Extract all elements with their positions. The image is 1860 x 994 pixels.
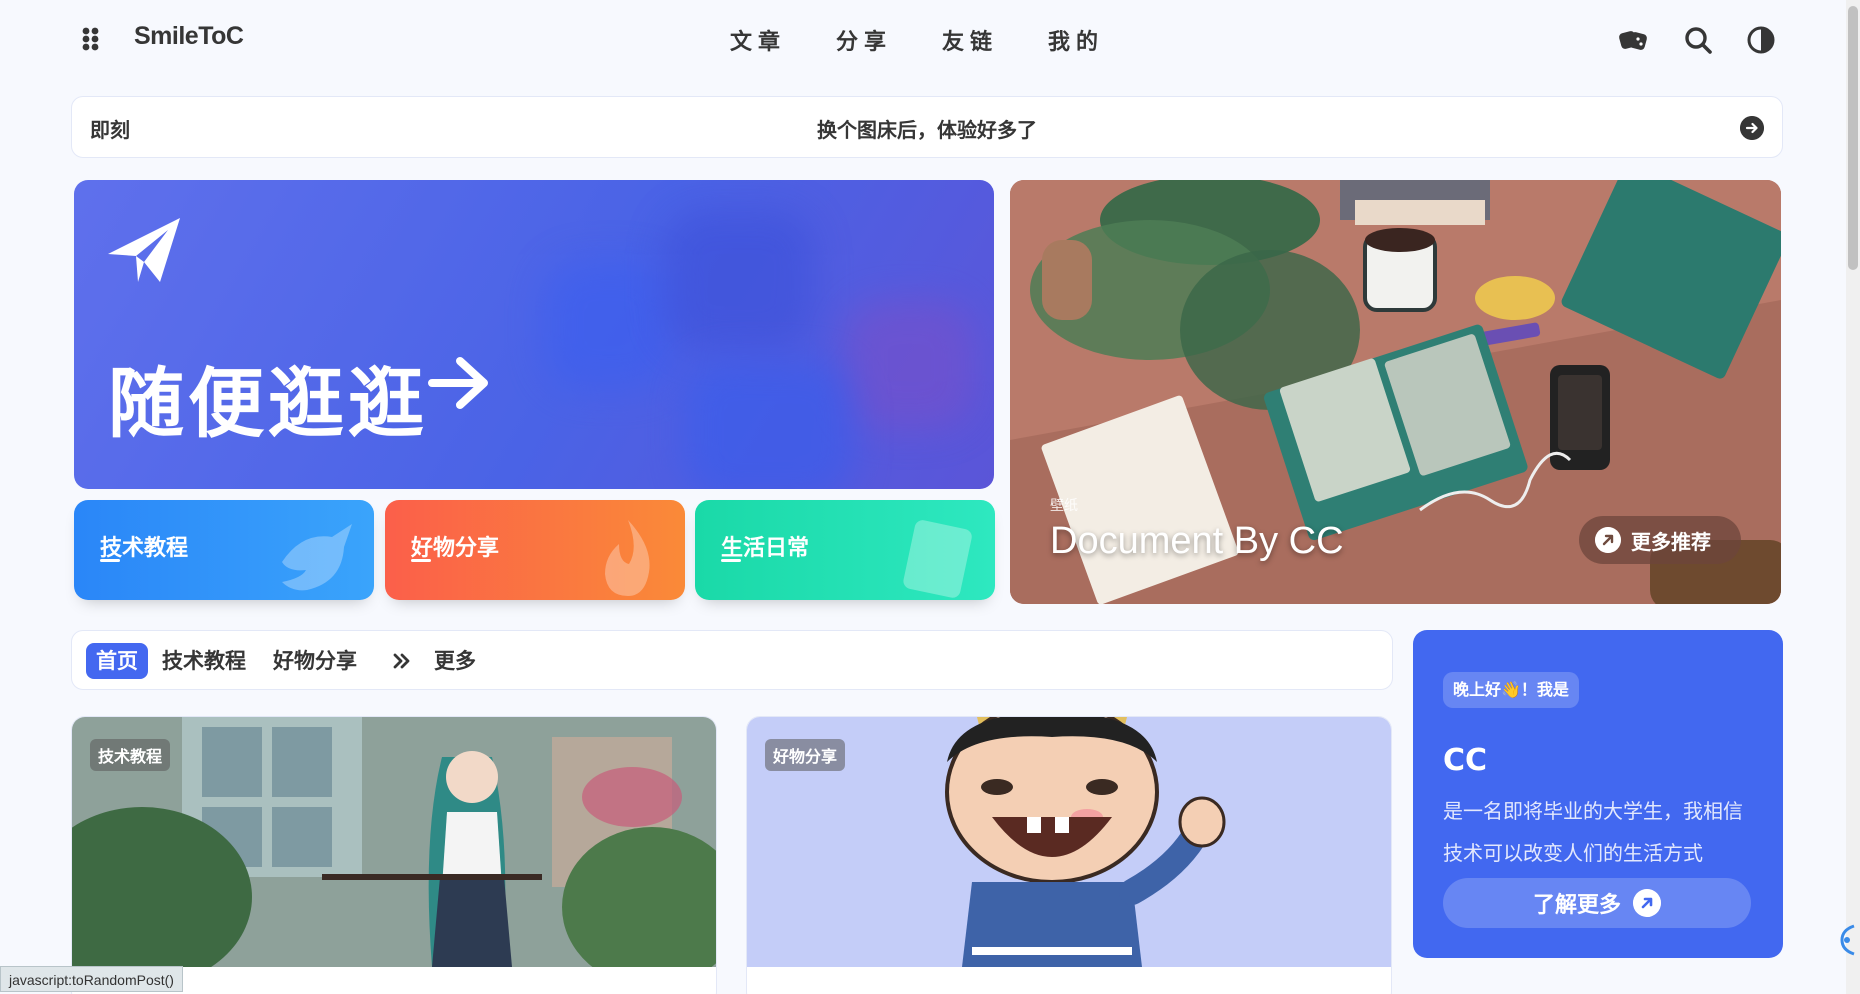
author-greeting: 晚上好👋！我是 (1443, 672, 1579, 708)
tab-goods[interactable]: 好物分享 (273, 643, 357, 679)
learn-more-button[interactable]: 了解更多 (1443, 878, 1751, 928)
category-goods-label: 好物分享 (411, 536, 500, 561)
post-card[interactable]: 技术教程 (71, 716, 717, 994)
fire-icon (605, 520, 650, 596)
browser-status-bar: javascript:toRandomPost() (0, 966, 183, 992)
paper-plane-icon (108, 218, 180, 282)
notebook-icon (903, 520, 972, 598)
category-tab-bar: 首页 技术教程 好物分享 更多 (71, 630, 1393, 690)
double-chevron-right-icon[interactable] (392, 651, 412, 671)
search-icon[interactable] (1682, 24, 1714, 56)
random-post-card[interactable]: 随便逛逛 (74, 180, 994, 489)
nav-item-articles[interactable]: 文章 (730, 24, 786, 56)
category-tech-label: 技术教程 (100, 536, 189, 561)
arrow-up-right-icon (1633, 889, 1661, 917)
category-goods-button[interactable]: 好物分享 (385, 500, 685, 600)
random-dice-icon[interactable] (1617, 24, 1649, 56)
nav-item-me[interactable]: 我的 (1048, 24, 1104, 56)
nav-item-share[interactable]: 分享 (836, 24, 892, 56)
floating-widget-icon[interactable] (1836, 922, 1858, 958)
nav-item-friends[interactable]: 友链 (942, 24, 998, 56)
tab-home[interactable]: 首页 (86, 643, 148, 679)
featured-banner[interactable]: 壁纸 Document By CC 更多推荐 (1010, 180, 1781, 604)
post-category-badge: 技术教程 (90, 739, 171, 771)
post-category-badge: 好物分享 (765, 739, 846, 771)
category-tech-button[interactable]: 技术教程 (74, 500, 374, 600)
arrow-right-circle-icon[interactable] (1740, 116, 1764, 140)
bulletin-text[interactable]: 换个图床后，体验好多了 (72, 114, 1782, 143)
more-recommend-button[interactable]: 更多推荐 (1579, 516, 1741, 564)
author-description: 是一名即将毕业的大学生，我相信技术可以改变人们的生活方式 (1443, 799, 1743, 865)
category-underline (721, 559, 741, 562)
bulletin-bar[interactable]: 即刻 换个图床后，体验好多了 (71, 96, 1783, 158)
category-underline (411, 559, 431, 562)
theme-toggle-icon[interactable] (1745, 24, 1777, 56)
arrow-right-icon (428, 357, 488, 409)
category-underline (100, 559, 120, 562)
featured-title[interactable]: Document By CC (1050, 520, 1344, 563)
scrollbar-track[interactable] (1846, 0, 1860, 994)
learn-more-label: 了解更多 (1532, 893, 1621, 918)
tab-more[interactable]: 更多 (434, 643, 476, 679)
main-nav-links: 文章 分享 友链 我的 (730, 24, 1104, 56)
scrollbar-thumb[interactable] (1848, 6, 1858, 270)
tab-tech[interactable]: 技术教程 (162, 643, 246, 679)
author-name: CC (1443, 743, 1488, 778)
site-brand[interactable]: SmileToC (134, 22, 244, 51)
category-life-label: 生活日常 (721, 536, 810, 561)
post-card[interactable]: 好物分享 (746, 716, 1392, 994)
top-nav: SmileToC 文章 分享 友链 我的 (0, 0, 1860, 78)
featured-tag: 壁纸 (1050, 498, 1078, 514)
author-card: 晚上好👋！我是 CC 是一名即将毕业的大学生，我相信技术可以改变人们的生活方式 … (1413, 630, 1783, 958)
bird-icon (282, 524, 352, 591)
category-life-button[interactable]: 生活日常 (695, 500, 995, 600)
more-recommend-label: 更多推荐 (1631, 529, 1711, 554)
random-post-title: 随便逛逛 (108, 359, 428, 448)
arrow-up-right-icon (1595, 527, 1621, 553)
app-menu-icon[interactable] (80, 27, 104, 51)
